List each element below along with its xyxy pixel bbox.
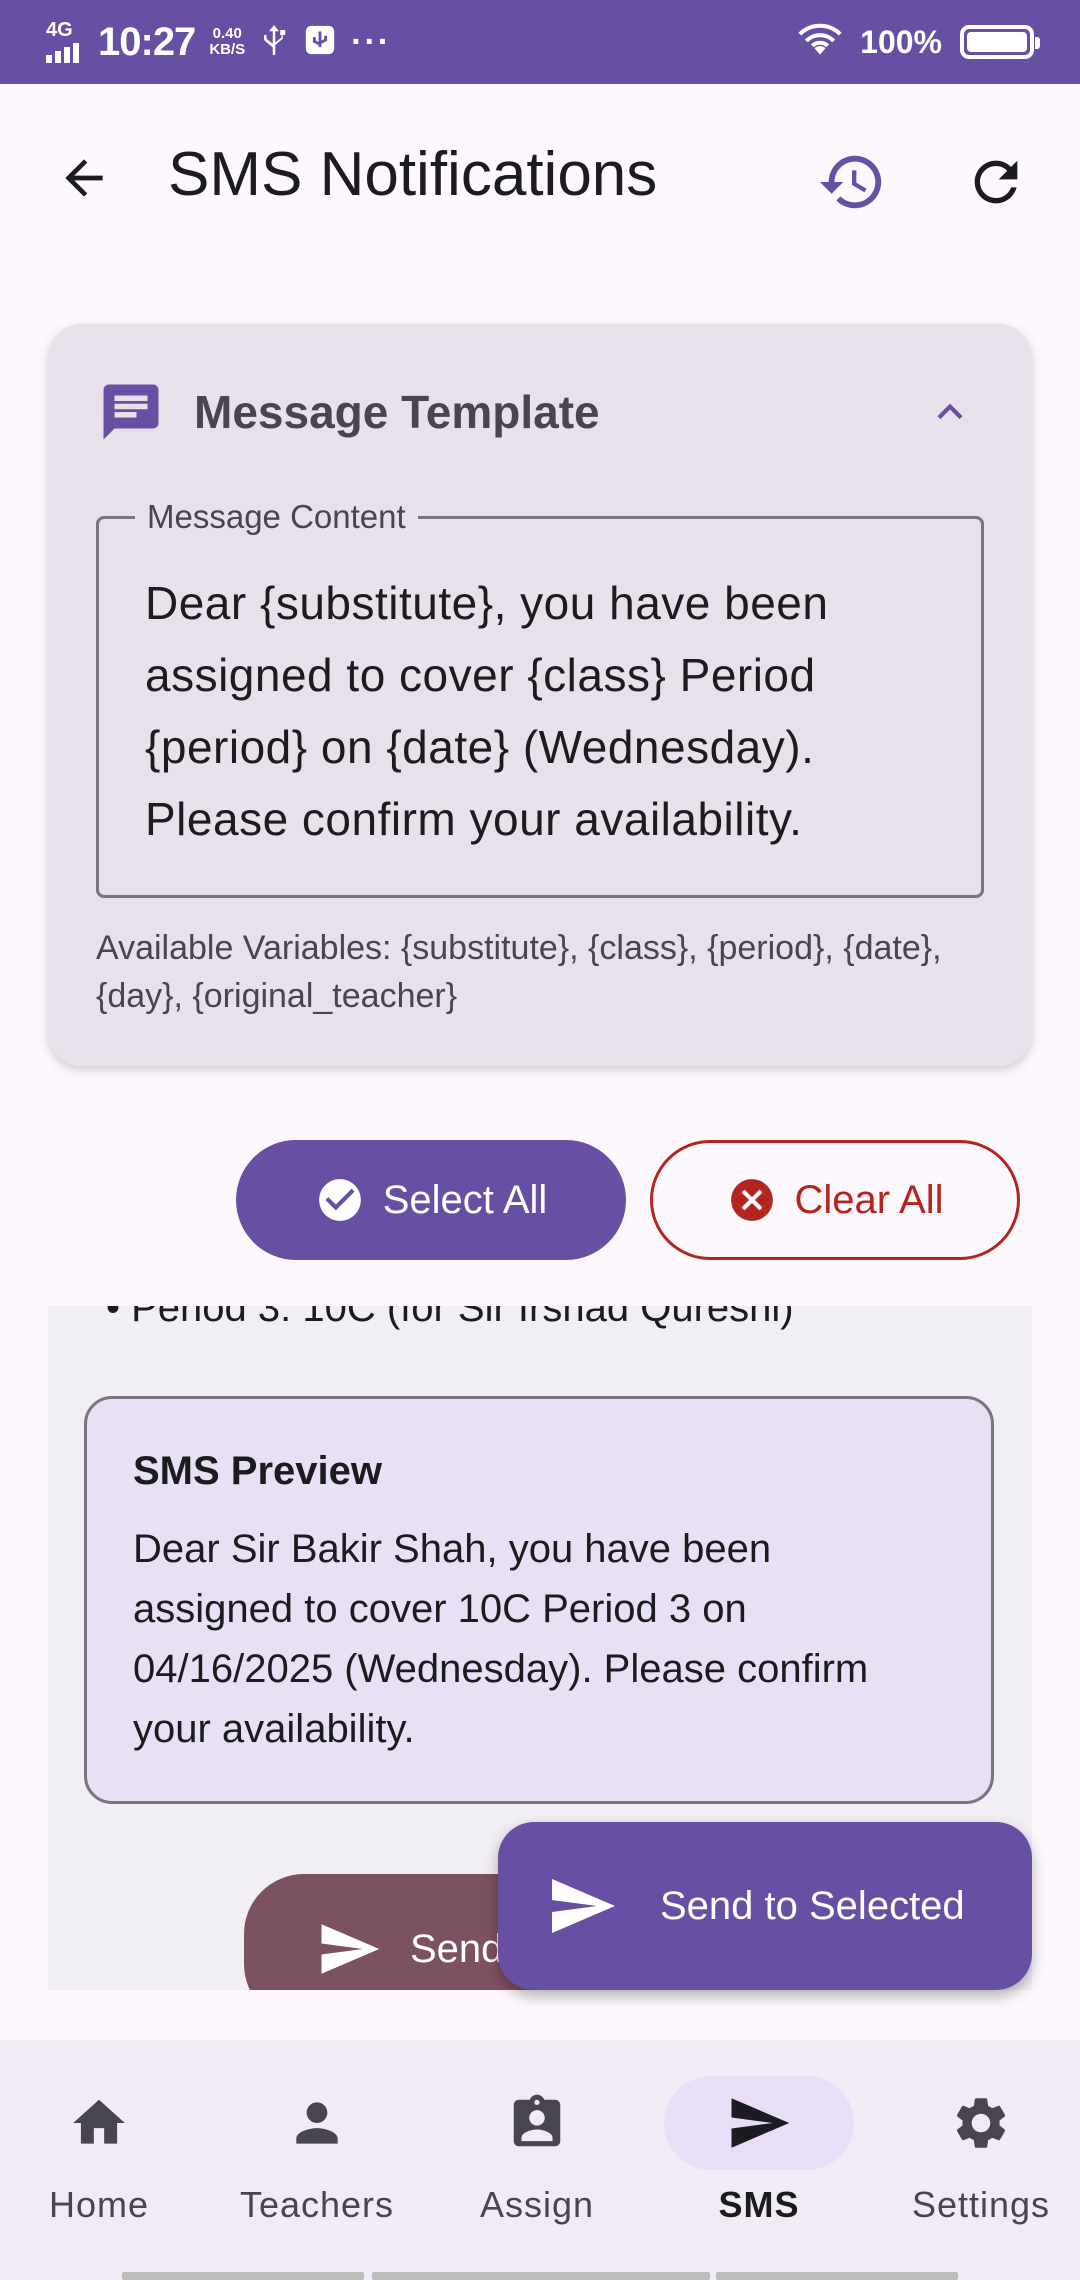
collapse-button[interactable] — [922, 384, 978, 440]
nav-item-teachers[interactable]: Teachers — [212, 2076, 422, 2246]
history-icon — [819, 155, 882, 209]
sms-preview-text: Dear Sir Bakir Shah, you have been assig… — [133, 1527, 869, 1751]
send-icon — [731, 2098, 790, 2148]
nav-item-label: Assign — [479, 2184, 595, 2225]
send-icon — [552, 1879, 615, 1933]
sms-preview-title: SMS Preview — [133, 1449, 383, 1493]
message-template-header[interactable]: Message Template — [98, 376, 600, 448]
status-bar-left: 4G 10:27 0.40 KB/S ··· — [44, 0, 391, 84]
message-template-title: Message Template — [194, 386, 600, 438]
nav-item-settings[interactable]: Settings — [876, 2076, 1080, 2246]
clear-all-label: Clear All — [794, 1177, 944, 1222]
nav-item-assign[interactable]: Assign — [432, 2076, 642, 2246]
message-template-card: Message Template Message Content Dear {s… — [48, 324, 1032, 1066]
assignment-ind-icon — [513, 2094, 561, 2147]
send-sms-label: Send — [410, 1926, 504, 1971]
message-icon — [103, 384, 159, 440]
network-speed-value: 0.40 — [212, 25, 242, 42]
clear-all-button[interactable]: Clear All — [650, 1140, 1020, 1260]
available-variables-hint: Available Variables: {substitute}, {clas… — [96, 929, 942, 1015]
usb-icon — [259, 22, 289, 63]
person-icon — [296, 2102, 338, 2144]
cancel-circle-icon — [730, 1179, 773, 1221]
nav-item-label: Teachers — [239, 2184, 395, 2225]
network-speed: 0.40 KB/S — [209, 26, 245, 58]
status-bar-right: 100% — [798, 0, 1040, 84]
gesture-bar-segment — [716, 2272, 958, 2280]
send-to-selected-fab[interactable]: Send to Selected — [498, 1822, 1032, 1990]
nav-item-label: Home — [48, 2184, 150, 2225]
message-content-field[interactable]: Message Content Dear {substitute}, you h… — [96, 497, 984, 898]
status-bar: 4G 10:27 0.40 KB/S ··· 100% — [0, 0, 1080, 84]
send-icon — [321, 1924, 380, 1974]
network-type: 4G — [46, 19, 73, 41]
bottom-navigation-bar: Home Teachers Assign SMS Settings — [0, 2040, 1080, 2280]
assignment-detail: • Period 3: 10C (for Sir Irshad Qureshi) — [106, 1306, 794, 1330]
battery-level: 100% — [860, 23, 942, 60]
chevron-up-icon — [937, 403, 963, 420]
nav-active-indicator — [664, 2076, 854, 2170]
network-speed-unit: KB/S — [209, 41, 246, 58]
gear-icon — [956, 2098, 1006, 2148]
refresh-icon — [974, 160, 1018, 204]
history-button[interactable] — [812, 142, 892, 222]
gesture-bar-segment — [372, 2272, 710, 2280]
send-to-selected-label: Send to Selected — [660, 1883, 965, 1928]
page-title: SMS Notifications — [168, 140, 658, 209]
network-indicator: 4G — [44, 17, 84, 67]
refresh-button[interactable] — [956, 142, 1036, 222]
signal-icon — [46, 43, 79, 63]
sms-preview-box: SMS Preview Dear Sir Bakir Shah, you hav… — [84, 1396, 994, 1804]
back-button[interactable] — [48, 142, 120, 214]
home-icon — [73, 2099, 125, 2144]
wifi-icon — [798, 23, 842, 62]
message-content-label: Message Content — [135, 497, 418, 537]
battery-icon — [960, 25, 1040, 59]
select-all-label: Select All — [382, 1177, 548, 1222]
sms-notifications-screen: 4G 10:27 0.40 KB/S ··· 100% SMS Notifica… — [0, 0, 1080, 2280]
gesture-bar-segment — [122, 2272, 364, 2280]
usb-debug-icon — [303, 23, 337, 62]
more-notifications-icon: ··· — [351, 22, 392, 61]
arrow-back-icon — [65, 159, 103, 197]
nav-item-label: SMS — [718, 2184, 800, 2225]
nav-item-sms[interactable]: SMS — [654, 2076, 864, 2246]
nav-item-label: Settings — [911, 2184, 1051, 2225]
nav-item-home[interactable]: Home — [0, 2076, 204, 2246]
select-all-button[interactable]: Select All — [236, 1140, 626, 1260]
clock: 10:27 — [98, 19, 196, 64]
message-content-text[interactable]: Dear {substitute}, you have been assigne… — [145, 567, 945, 855]
check-circle-icon — [318, 1179, 361, 1221]
top-app-bar: SMS Notifications — [0, 84, 1080, 274]
